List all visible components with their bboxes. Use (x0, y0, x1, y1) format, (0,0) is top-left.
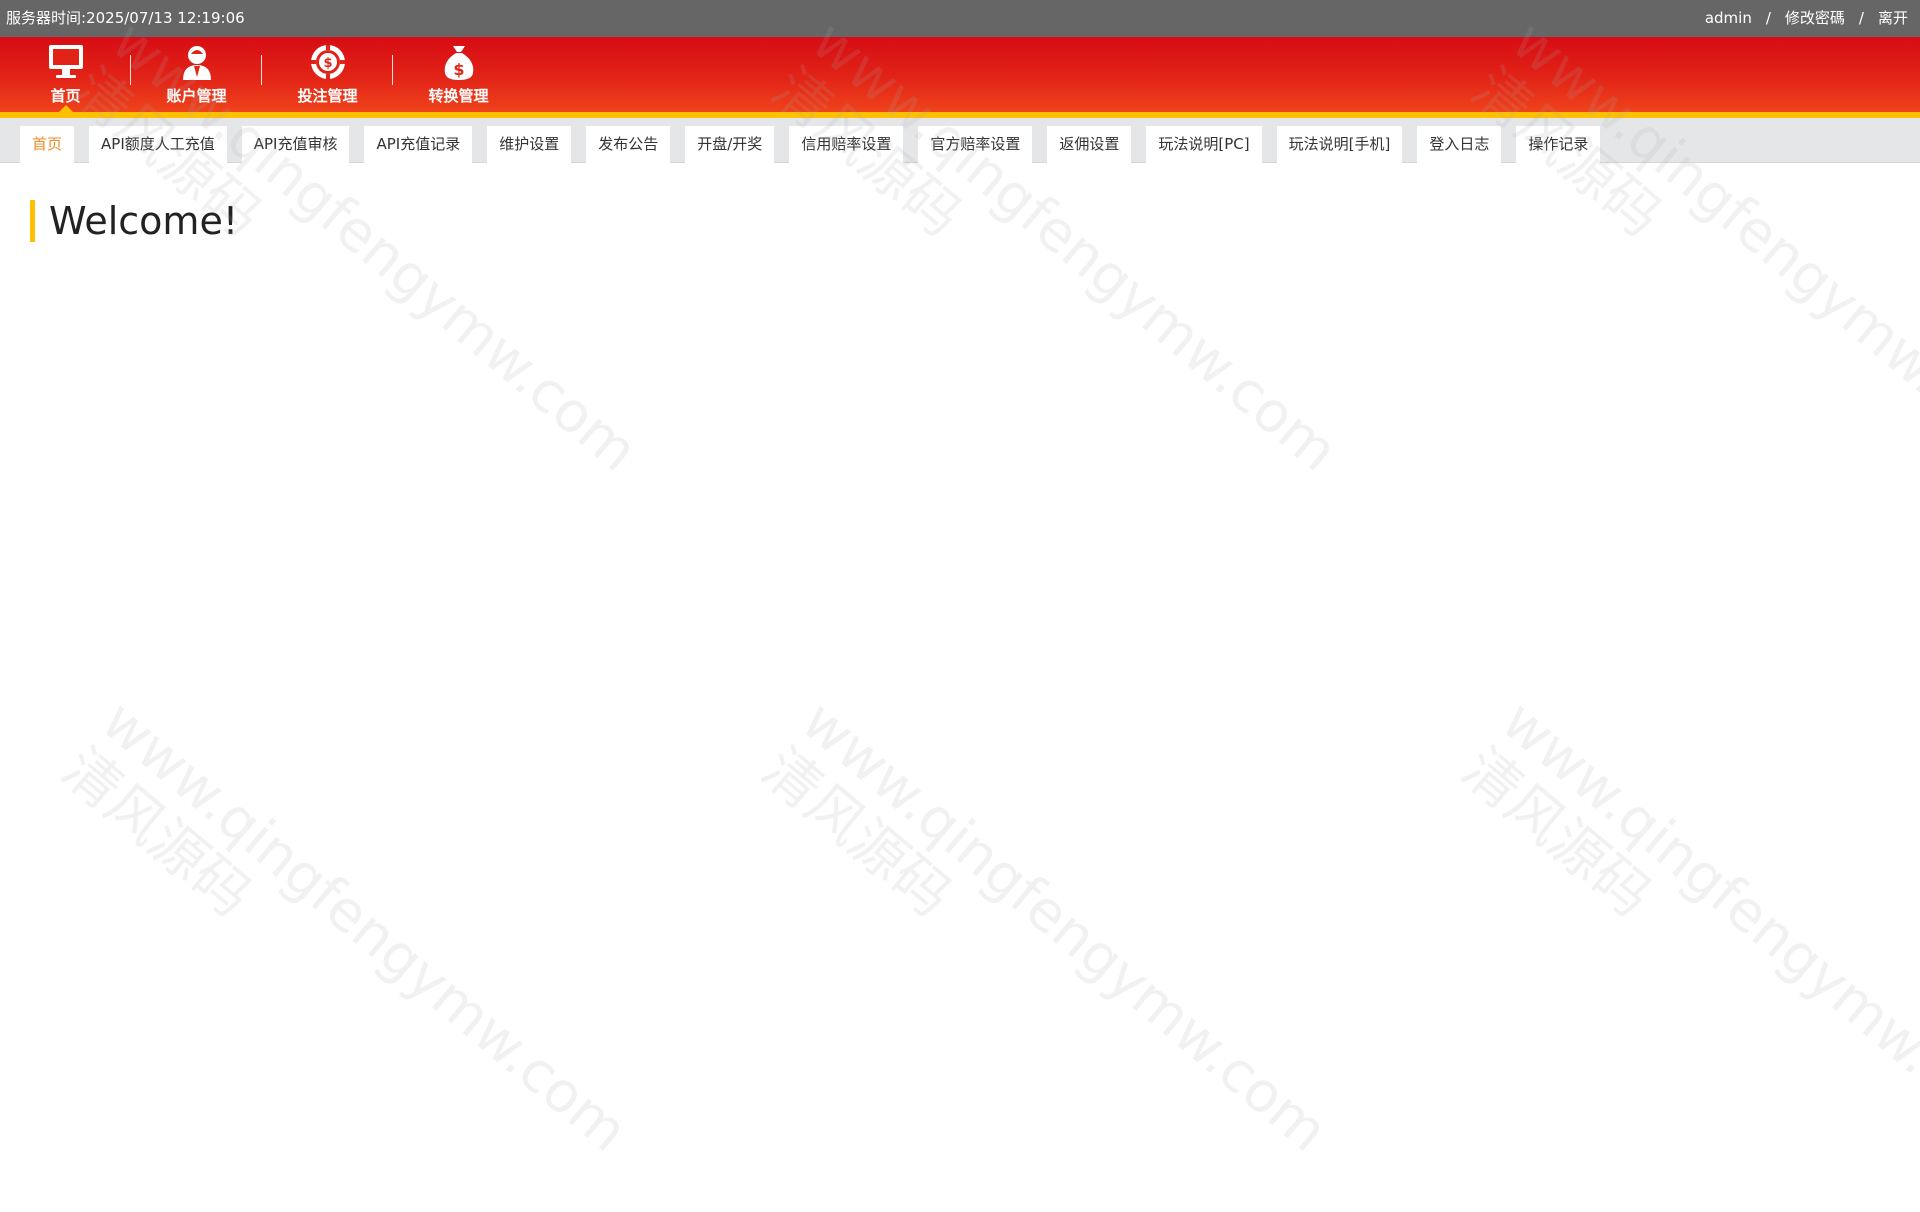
server-time: 服务器时间:2025/07/13 12:19:06 (6, 0, 245, 37)
svg-text:$: $ (453, 60, 464, 79)
main-nav-label: 投注管理 (297, 87, 358, 105)
tab-maintenance-settings[interactable]: 维护设置 (487, 126, 572, 163)
tab-home[interactable]: 首页 (20, 126, 75, 163)
main-nav: 首页 账户管理 $ 投注管理 $ 转换管理 (0, 37, 524, 112)
server-time-value: 2025/07/13 12:19:06 (86, 9, 245, 27)
separator: / (1765, 9, 1771, 27)
tab-publish-announcement[interactable]: 发布公告 (586, 126, 671, 163)
tab-open-draw[interactable]: 开盘/开奖 (685, 126, 775, 163)
tab-api-recharge-records[interactable]: API充值记录 (364, 126, 473, 163)
logout-link[interactable]: 离开 (1878, 0, 1908, 37)
content-area: Welcome! (0, 164, 1920, 932)
money-bag-icon: $ (444, 46, 473, 80)
server-time-label: 服务器时间: (6, 9, 87, 27)
tab-api-manual-recharge[interactable]: API额度人工充值 (89, 126, 227, 163)
welcome-heading: Welcome! (30, 200, 238, 242)
username-link[interactable]: admin (1705, 0, 1752, 37)
tab-rules-mobile[interactable]: 玩法说明[手机] (1276, 126, 1403, 163)
tab-api-recharge-review[interactable]: API充值审核 (241, 126, 350, 163)
main-nav-label: 账户管理 (166, 87, 227, 105)
chip-icon: $ (310, 45, 345, 79)
tab-credit-odds-settings[interactable]: 信用赔率设置 (789, 126, 904, 163)
main-nav-label: 首页 (50, 87, 81, 105)
tabs: 首页 API额度人工充值 API充值审核 API充值记录 维护设置 发布公告 开… (20, 126, 1601, 163)
top-status-bar: 服务器时间:2025/07/13 12:19:06 admin / 修改密碼 /… (0, 0, 1920, 37)
tab-login-log[interactable]: 登入日志 (1417, 126, 1502, 163)
main-nav-home[interactable]: 首页 (0, 37, 131, 112)
user-links: admin / 修改密碼 / 离开 (1705, 0, 1908, 37)
user-icon (182, 46, 211, 80)
main-nav-betting[interactable]: $ 投注管理 (262, 37, 393, 112)
separator: / (1858, 9, 1864, 27)
tab-bar: 首页 API额度人工充值 API充值审核 API充值记录 维护设置 发布公告 开… (0, 118, 1920, 163)
main-nav-label: 转换管理 (428, 87, 489, 105)
main-nav-account[interactable]: 账户管理 (131, 37, 262, 112)
monitor-icon (48, 45, 83, 78)
active-pointer (58, 105, 73, 112)
tab-rebate-settings[interactable]: 返佣设置 (1047, 126, 1132, 163)
main-nav-transfer[interactable]: $ 转换管理 (393, 37, 524, 112)
tab-operation-records[interactable]: 操作记录 (1516, 126, 1601, 163)
header: 首页 账户管理 $ 投注管理 $ 转换管理 (0, 37, 1920, 118)
svg-text:$: $ (323, 56, 332, 71)
tab-official-odds-settings[interactable]: 官方赔率设置 (918, 126, 1033, 163)
change-password-link[interactable]: 修改密碼 (1785, 0, 1845, 37)
tab-rules-pc[interactable]: 玩法说明[PC] (1146, 126, 1262, 163)
